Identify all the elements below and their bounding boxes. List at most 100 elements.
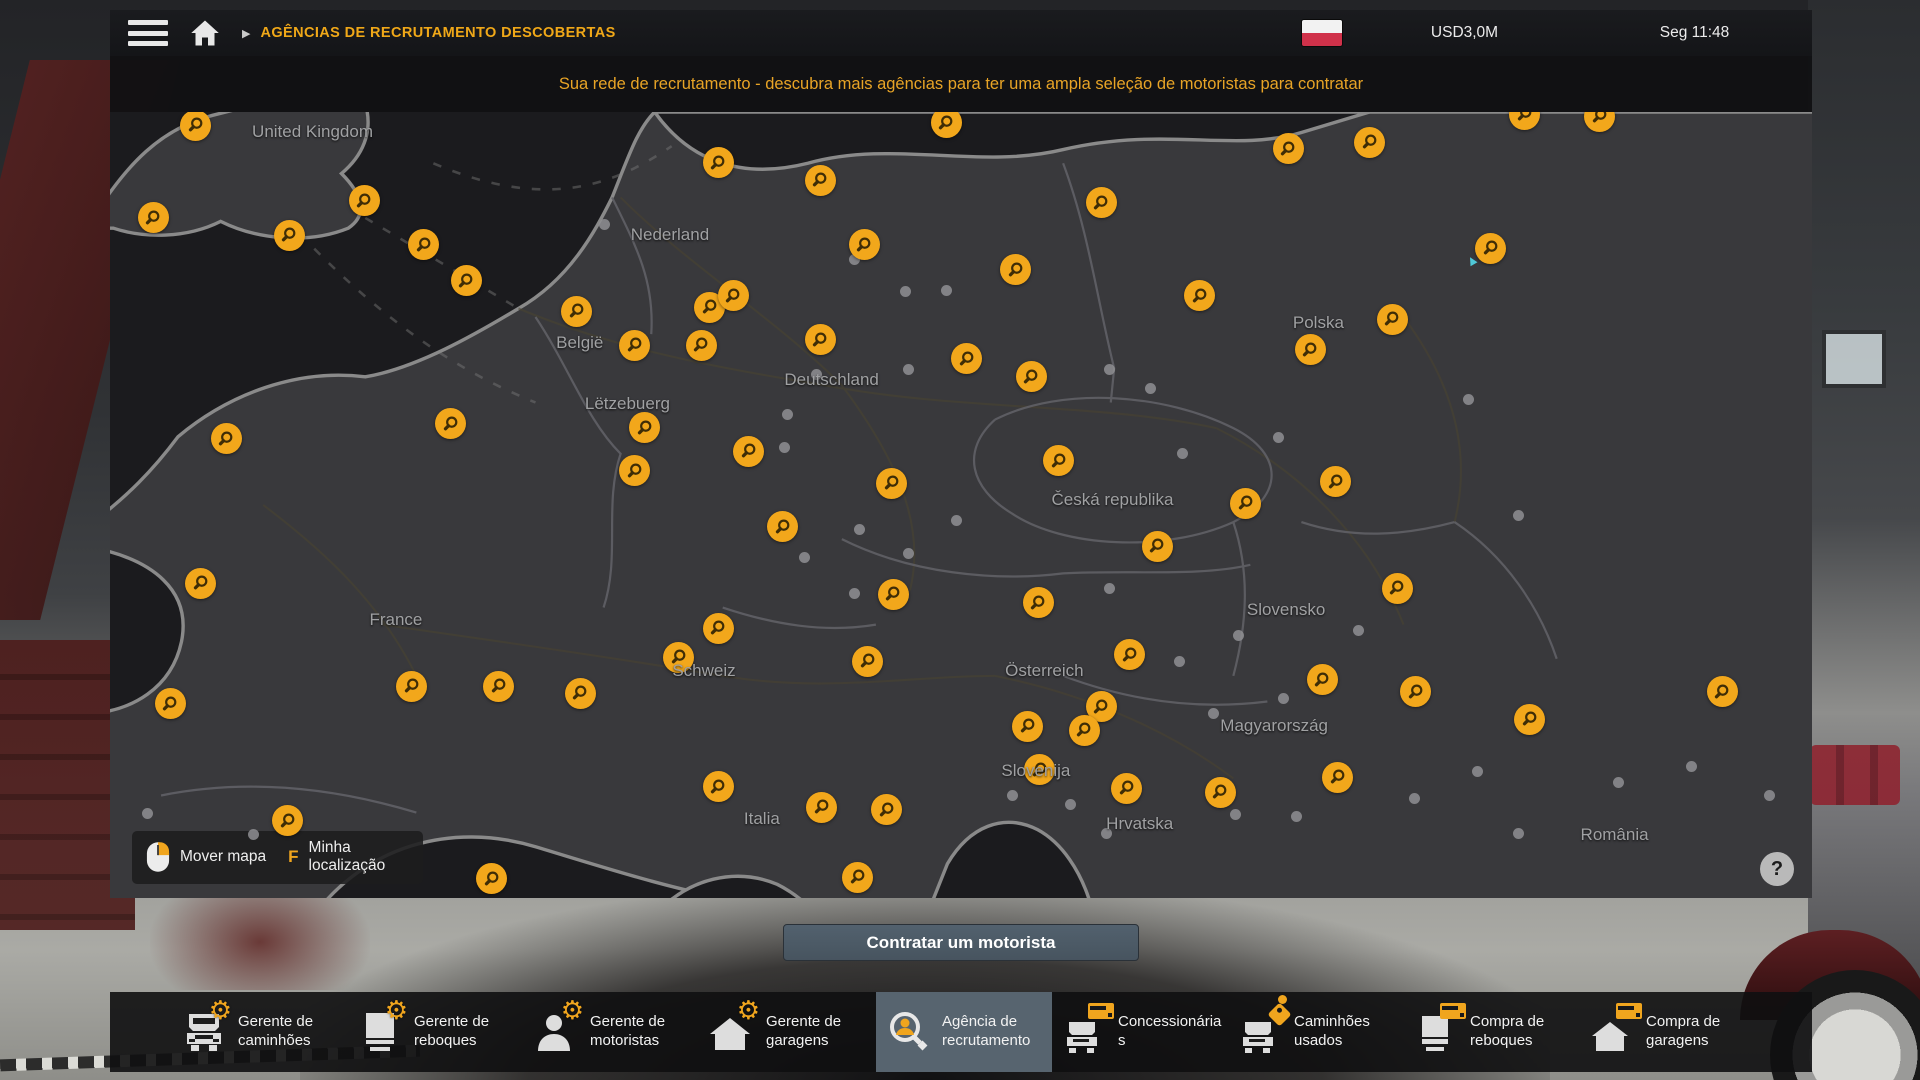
agency-marker[interactable] bbox=[805, 165, 836, 196]
agency-marker[interactable] bbox=[211, 423, 242, 454]
agency-marker[interactable] bbox=[1069, 715, 1100, 746]
city-dot bbox=[599, 219, 610, 230]
agency-marker[interactable] bbox=[806, 792, 837, 823]
agency-marker[interactable] bbox=[483, 671, 514, 702]
menu-icon[interactable] bbox=[128, 20, 168, 46]
agency-marker[interactable] bbox=[951, 343, 982, 374]
agency-marker[interactable] bbox=[1322, 762, 1353, 793]
agency-marker[interactable] bbox=[663, 642, 694, 673]
tab-driver-manager[interactable]: ⚙ Gerente de motoristas bbox=[524, 992, 700, 1072]
map-canvas[interactable]: Mover mapa F Minha localização ? United … bbox=[110, 112, 1812, 898]
agency-marker[interactable] bbox=[451, 265, 482, 296]
agency-marker[interactable] bbox=[686, 330, 717, 361]
agency-marker[interactable] bbox=[396, 671, 427, 702]
city-dot bbox=[1145, 383, 1156, 394]
agency-marker[interactable] bbox=[155, 688, 186, 719]
city-dot bbox=[1513, 828, 1524, 839]
card-icon bbox=[1088, 1003, 1114, 1019]
agency-marker[interactable] bbox=[629, 412, 660, 443]
agency-marker[interactable] bbox=[619, 330, 650, 361]
agency-marker-player-location[interactable] bbox=[1475, 233, 1506, 264]
agency-marker[interactable] bbox=[1142, 531, 1173, 562]
city-dot bbox=[1104, 364, 1115, 375]
agency-marker[interactable] bbox=[565, 678, 596, 709]
agency-marker[interactable] bbox=[1023, 587, 1054, 618]
city-dot bbox=[811, 369, 822, 380]
home-icon[interactable] bbox=[190, 19, 220, 47]
agency-marker[interactable] bbox=[349, 185, 380, 216]
tab-trailer-manager[interactable]: ⚙ Gerente de reboques bbox=[348, 992, 524, 1072]
agency-marker[interactable] bbox=[767, 511, 798, 542]
tab-used-trucks[interactable]: Caminhões usados bbox=[1228, 992, 1404, 1072]
agency-marker[interactable] bbox=[1114, 639, 1145, 670]
tab-truck-manager[interactable]: ⚙ Gerente de caminhões bbox=[172, 992, 348, 1072]
agency-marker[interactable] bbox=[878, 579, 909, 610]
tab-garage-manager[interactable]: ⚙ Gerente de garagens bbox=[700, 992, 876, 1072]
agency-marker[interactable] bbox=[1382, 573, 1413, 604]
agency-marker[interactable] bbox=[805, 324, 836, 355]
agency-marker[interactable] bbox=[1320, 466, 1351, 497]
tab-recruitment-agency[interactable]: Agência de recrutamento bbox=[876, 992, 1052, 1072]
agency-marker[interactable] bbox=[1514, 704, 1545, 735]
game-time-display: Seg 11:48 bbox=[1587, 24, 1802, 42]
tab-label: Gerente de motoristas bbox=[590, 1013, 696, 1051]
agency-marker[interactable] bbox=[718, 280, 749, 311]
agency-marker[interactable] bbox=[1205, 777, 1236, 808]
agency-marker[interactable] bbox=[876, 468, 907, 499]
agency-marker[interactable] bbox=[852, 646, 883, 677]
agency-marker[interactable] bbox=[1000, 254, 1031, 285]
agency-marker[interactable] bbox=[1111, 773, 1142, 804]
recruitment-agency-icon bbox=[884, 1008, 932, 1056]
used-trucks-icon bbox=[1236, 1008, 1284, 1056]
agency-marker[interactable] bbox=[1086, 187, 1117, 218]
agency-marker[interactable] bbox=[1400, 676, 1431, 707]
money-display: USD3,0M bbox=[1342, 24, 1587, 42]
agency-marker[interactable] bbox=[138, 202, 169, 233]
agency-marker[interactable] bbox=[703, 613, 734, 644]
tab-dealers[interactable]: Concessionárias bbox=[1052, 992, 1228, 1072]
move-map-label: Mover mapa bbox=[180, 848, 266, 866]
agency-marker[interactable] bbox=[408, 229, 439, 260]
poland-flag-icon bbox=[1302, 20, 1342, 46]
agency-marker[interactable] bbox=[561, 296, 592, 327]
agency-marker[interactable] bbox=[180, 112, 211, 141]
agency-marker[interactable] bbox=[274, 220, 305, 251]
agency-marker[interactable] bbox=[1012, 711, 1043, 742]
agency-marker[interactable] bbox=[1184, 280, 1215, 311]
agency-marker[interactable] bbox=[619, 455, 650, 486]
tab-label: Compra de garagens bbox=[1646, 1013, 1752, 1051]
agency-marker[interactable] bbox=[1016, 361, 1047, 392]
agency-marker[interactable] bbox=[435, 408, 466, 439]
help-button[interactable]: ? bbox=[1760, 852, 1794, 886]
city-dot bbox=[854, 524, 865, 535]
tab-garage-purchase[interactable]: Compra de garagens bbox=[1580, 992, 1756, 1072]
gear-icon: ⚙ bbox=[209, 997, 232, 1023]
agency-marker[interactable] bbox=[1307, 664, 1338, 695]
agency-marker[interactable] bbox=[1273, 133, 1304, 164]
agency-marker[interactable] bbox=[1043, 445, 1074, 476]
agency-marker[interactable] bbox=[871, 794, 902, 825]
city-dot bbox=[849, 588, 860, 599]
dealer-icon bbox=[1060, 1008, 1108, 1056]
gear-icon: ⚙ bbox=[561, 997, 584, 1023]
agency-marker[interactable] bbox=[703, 771, 734, 802]
hire-driver-button[interactable]: Contratar um motorista bbox=[783, 924, 1139, 961]
agency-marker[interactable] bbox=[1377, 304, 1408, 335]
tab-trailer-purchase[interactable]: Compra de reboques bbox=[1404, 992, 1580, 1072]
agency-marker[interactable] bbox=[1707, 676, 1738, 707]
agency-marker[interactable] bbox=[733, 436, 764, 467]
agency-marker[interactable] bbox=[1230, 488, 1261, 519]
agency-marker[interactable] bbox=[272, 805, 303, 836]
city-dot bbox=[1278, 693, 1289, 704]
agency-marker[interactable] bbox=[476, 863, 507, 894]
agency-marker[interactable] bbox=[1354, 127, 1385, 158]
card-icon bbox=[1440, 1003, 1466, 1019]
city-dot bbox=[1463, 394, 1474, 405]
agency-marker[interactable] bbox=[703, 147, 734, 178]
agency-marker[interactable] bbox=[842, 862, 873, 893]
agency-marker[interactable] bbox=[1295, 334, 1326, 365]
city-dot bbox=[1513, 510, 1524, 521]
agency-marker[interactable] bbox=[185, 568, 216, 599]
agency-marker[interactable] bbox=[849, 229, 880, 260]
agency-marker[interactable] bbox=[1024, 754, 1055, 785]
